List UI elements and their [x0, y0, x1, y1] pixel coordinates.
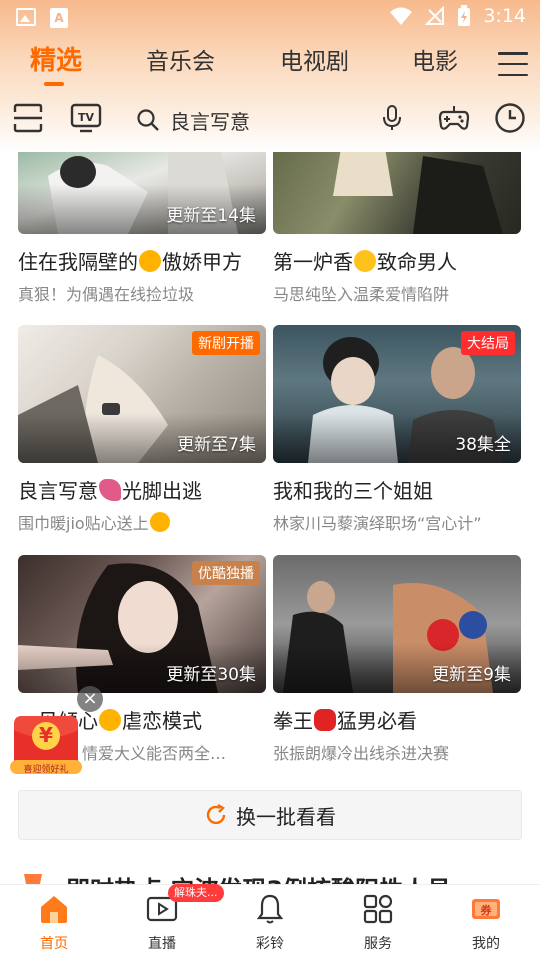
scan-icon[interactable]	[12, 102, 44, 138]
search-icon	[137, 109, 159, 131]
card-subtitle: 林家川马藜演绎职场“宫心计”	[273, 514, 482, 533]
video-thumbnail[interactable]: 更新至9集	[273, 555, 521, 693]
hugging-face-emoji-icon	[149, 512, 170, 532]
search-placeholder: 良言写意	[170, 109, 250, 134]
live-badge: 解珠夫...	[168, 884, 224, 902]
card-title: 我和我的三个姐姐	[273, 479, 433, 503]
search-input[interactable]: 良言写意	[136, 102, 416, 138]
wifi-icon	[390, 7, 413, 25]
microphone-icon[interactable]	[380, 102, 404, 138]
status-badge: 大结局	[461, 331, 515, 355]
svg-text:券: 券	[480, 903, 493, 917]
grid-icon	[363, 894, 393, 924]
nav-mine[interactable]: 券 我的	[446, 893, 526, 953]
video-thumbnail[interactable]: 更新至14集	[18, 152, 266, 234]
status-bar: A 3:14	[0, 0, 540, 36]
channel-menu-button[interactable]	[498, 52, 528, 76]
bottom-navigation: 首页 直播 彩铃 服务 券 我的	[0, 884, 540, 960]
video-card[interactable]: 大结局 38集全 我和我的三个姐姐 林家川马藜演绎职场“宫心计”	[273, 325, 521, 534]
tab-featured[interactable]: 精选	[30, 40, 82, 77]
refresh-icon	[206, 803, 226, 825]
video-thumbnail[interactable]: 大结局 38集全	[273, 325, 521, 463]
card-title: 良言写意 光脚出逃	[18, 479, 202, 503]
scene-illustration	[333, 152, 503, 234]
status-badge: 新剧开播	[192, 331, 260, 355]
active-tab-indicator	[44, 82, 64, 86]
no-signal-icon	[425, 6, 445, 25]
video-card[interactable]: 更新至9集 拳王 猛男必看 张振朗爆冷出线杀进决赛	[273, 555, 521, 764]
bell-icon	[256, 894, 284, 924]
search-row: TV 良言写意	[0, 98, 540, 144]
high-heel-emoji-icon	[99, 479, 121, 501]
gallery-notification-icon	[16, 8, 36, 26]
game-controller-icon[interactable]	[438, 102, 470, 138]
card-title: 第一炉香 致命男人	[273, 250, 457, 274]
app-notification-icon: A	[50, 8, 68, 28]
nav-live[interactable]: 直播	[122, 893, 202, 953]
nav-ringtone[interactable]: 彩铃	[230, 893, 310, 953]
video-card[interactable]: 新剧开播 更新至7集 良言写意 光脚出逃 围巾暖jio贴心送上	[18, 325, 266, 534]
video-card[interactable]: 更新至14集 住在我隔壁的 傲娇甲方 真狠！为偶遇在线捡垃圾	[18, 152, 266, 305]
status-badge: 优酷独播	[192, 561, 260, 585]
clock: 3:14	[483, 5, 526, 27]
video-thumbnail[interactable]	[273, 152, 521, 234]
tab-movies[interactable]: 电影	[412, 42, 458, 76]
svg-text:TV: TV	[78, 111, 95, 124]
card-title: 住在我隔壁的 傲娇甲方	[18, 250, 242, 274]
card-subtitle: 张振朗爆冷出线杀进决赛	[273, 744, 450, 763]
card-subtitle: 马思纯坠入温柔爱情陷阱	[273, 285, 450, 304]
close-promo-button[interactable]: ×	[77, 686, 103, 712]
persevering-face-emoji-icon	[354, 250, 376, 272]
tv-cast-icon[interactable]: TV	[70, 102, 102, 138]
video-thumbnail[interactable]: 新剧开播 更新至7集	[18, 325, 266, 463]
red-packet-promo[interactable]: ¥ 喜迎领好礼	[6, 710, 86, 780]
refresh-label: 换一批看看	[236, 804, 336, 829]
episode-label: 更新至9集	[432, 665, 511, 685]
tab-tv-series[interactable]: 电视剧	[280, 42, 349, 76]
card-subtitle: 围巾暖jio贴心送上	[18, 510, 266, 534]
feed-content: 更新至14集 住在我隔壁的 傲娇甲方 真狠！为偶遇在线捡垃圾 第一炉香 致命男人 马…	[0, 152, 540, 896]
episode-label: 更新至30集	[166, 665, 256, 685]
episode-label: 38集全	[455, 435, 511, 455]
video-thumbnail[interactable]: 优酷独播 更新至30集	[18, 555, 266, 693]
coupon-icon: 券	[472, 899, 500, 919]
boxing-glove-emoji-icon	[314, 709, 336, 731]
history-clock-icon[interactable]	[494, 102, 526, 138]
nav-home[interactable]: 首页	[14, 893, 94, 953]
episode-label: 更新至7集	[177, 435, 256, 455]
red-packet-symbol: ¥	[39, 723, 53, 747]
crying-face-emoji-icon	[99, 709, 121, 731]
refresh-batch-button[interactable]: 换一批看看	[18, 790, 522, 840]
tab-concert[interactable]: 音乐会	[146, 42, 215, 76]
nav-services[interactable]: 服务	[338, 893, 418, 953]
red-packet-caption: 喜迎领好礼	[23, 765, 69, 775]
home-icon	[41, 896, 67, 923]
episode-label: 更新至14集	[166, 206, 256, 226]
blushing-face-emoji-icon	[139, 250, 161, 272]
card-subtitle: 真狠！为偶遇在线捡垃圾	[18, 285, 195, 304]
card-title: 拳王 猛男必看	[273, 709, 417, 733]
category-tabs: 精选 音乐会 电视剧 电影	[0, 36, 540, 94]
battery-charging-icon	[458, 5, 471, 26]
video-card[interactable]: 第一炉香 致命男人 马思纯坠入温柔爱情陷阱	[273, 152, 521, 305]
